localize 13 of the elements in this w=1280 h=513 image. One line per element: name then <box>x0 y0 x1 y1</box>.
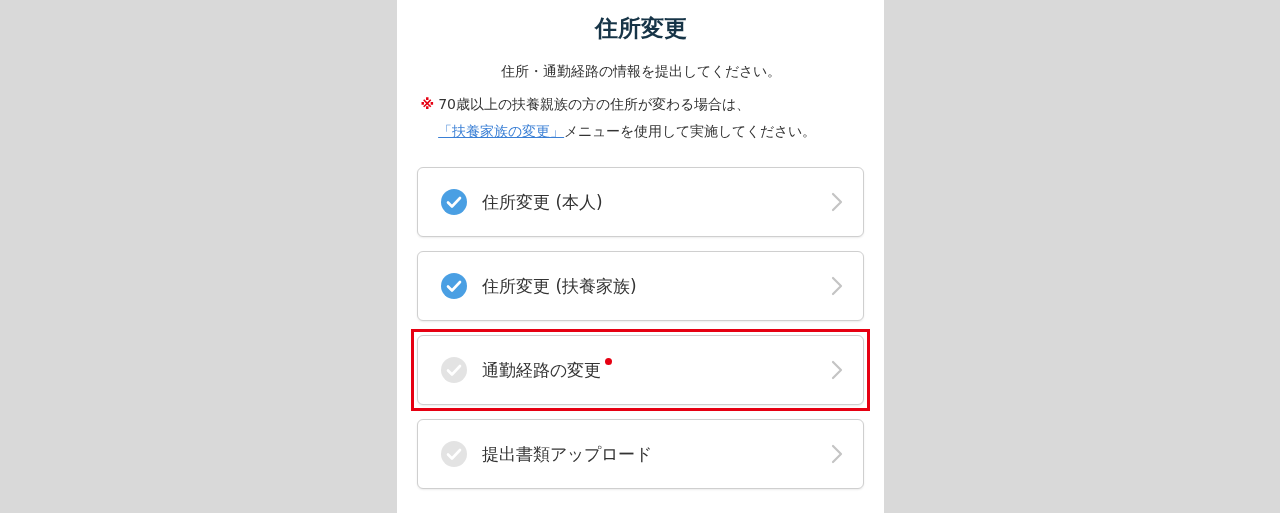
menu-item[interactable]: 通勤経路の変更 <box>417 335 864 405</box>
menu-item[interactable]: 住所変更 (本人) <box>417 167 864 237</box>
chevron-right-icon <box>831 444 843 464</box>
chevron-right-icon <box>831 360 843 380</box>
menu-item[interactable]: 住所変更 (扶養家族) <box>417 251 864 321</box>
notice-text: 70歳以上の扶養親族の方の住所が変わる場合は、 「扶養家族の変更」メニューを使用して実施してください。 <box>438 95 818 141</box>
chevron-right-icon <box>831 276 843 296</box>
menu-item[interactable]: 提出書類アップロード <box>417 419 864 489</box>
family-change-link[interactable]: 「扶養家族の変更」 <box>438 123 565 139</box>
intro-text: 住所・通勤経路の情報を提出してください。 <box>500 62 781 81</box>
notice-mark: ※ <box>420 95 435 114</box>
page-title: 住所変更 <box>594 14 687 43</box>
chevron-right-icon <box>831 192 843 212</box>
